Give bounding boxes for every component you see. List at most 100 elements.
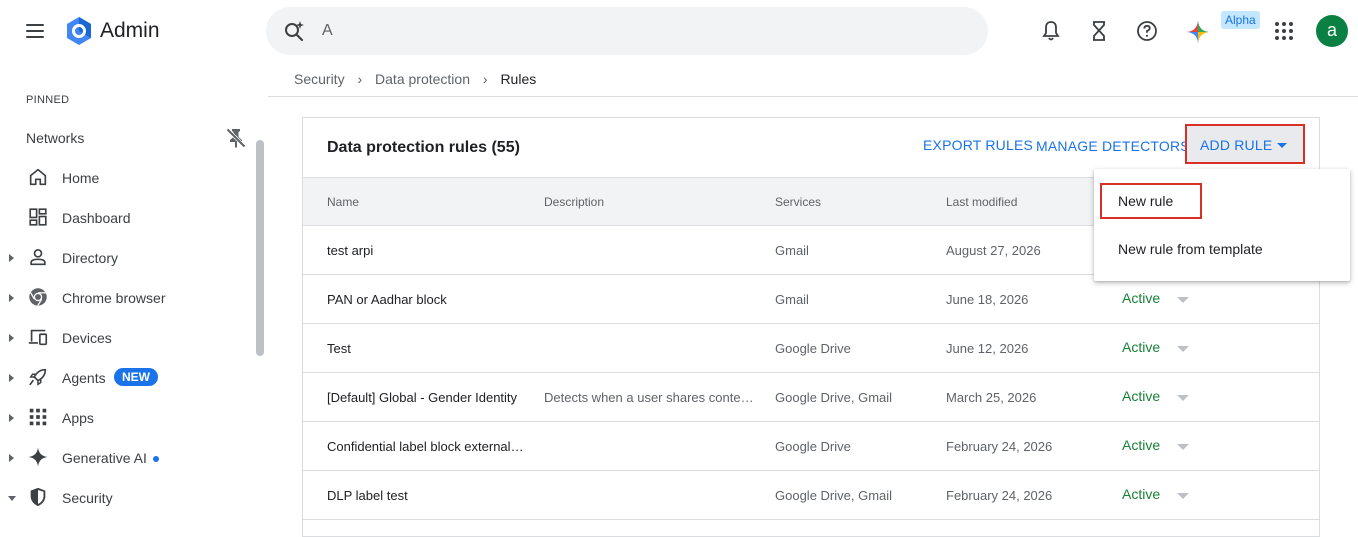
- column-header-description: Description: [544, 195, 605, 209]
- rule-last-modified: February 24, 2026: [946, 488, 1053, 503]
- sidebar-item-security[interactable]: Security: [0, 480, 250, 516]
- breadcrumb: Security › Data protection › Rules: [294, 71, 536, 87]
- sidebar-item-home[interactable]: Home: [0, 160, 250, 196]
- notifications-bell-icon[interactable]: [1039, 19, 1063, 43]
- expand-caret-icon[interactable]: [9, 294, 14, 302]
- table-row[interactable]: Confidential label block external … Goog…: [303, 422, 1319, 471]
- sidebar-item-label: Generative AI: [62, 450, 147, 466]
- breadcrumb-data-protection[interactable]: Data protection: [375, 71, 470, 87]
- sidebar-item-chrome-browser[interactable]: Chrome browser: [0, 280, 250, 316]
- column-header-name[interactable]: Name: [327, 195, 359, 209]
- column-header-last-modified[interactable]: Last modified: [946, 195, 1017, 209]
- search-sparkle-icon: [285, 21, 304, 42]
- table-row[interactable]: DLP label test Google Drive, Gmail Febru…: [303, 471, 1319, 520]
- export-rules-button[interactable]: EXPORT RULES: [923, 137, 1033, 153]
- rule-name: Confidential label block external …: [327, 439, 527, 454]
- column-header-services: Services: [775, 195, 822, 209]
- rule-status: Active: [1122, 290, 1161, 306]
- menu-item-label: New rule from template: [1118, 241, 1263, 257]
- rule-last-modified: June 12, 2026: [946, 341, 1029, 356]
- sidebar-item-agents[interactable]: Agents NEW: [0, 360, 250, 396]
- status-dropdown-icon[interactable]: [1177, 493, 1189, 499]
- rule-description: Detects when a user shares conten…: [544, 390, 760, 405]
- rule-status: Active: [1122, 437, 1161, 453]
- expand-caret-icon[interactable]: [9, 334, 14, 342]
- highlight-box: [1100, 183, 1202, 219]
- alpha-badge: Alpha: [1221, 11, 1260, 29]
- rule-name: DLP label test: [327, 488, 408, 503]
- rule-services: Gmail: [775, 292, 809, 307]
- chrome-icon: [29, 288, 47, 307]
- expand-caret-icon[interactable]: [9, 454, 14, 462]
- new-badge: NEW: [114, 368, 158, 386]
- rocket-icon: [29, 368, 47, 386]
- breadcrumb-current: Rules: [500, 71, 537, 87]
- shield-icon: [30, 487, 46, 507]
- account-avatar[interactable]: a: [1316, 15, 1348, 47]
- admin-logo-icon: [67, 17, 91, 45]
- sidebar-item-devices[interactable]: Devices: [0, 320, 250, 356]
- add-rule-button[interactable]: ADD RULE: [1185, 124, 1305, 164]
- rule-last-modified: June 18, 2026: [946, 292, 1029, 307]
- person-icon: [30, 249, 46, 266]
- rule-services: Google Drive, Gmail: [775, 390, 893, 405]
- apps-grid-icon: [29, 408, 47, 426]
- add-rule-label: ADD RULE: [1200, 137, 1273, 153]
- search-input[interactable]: [322, 17, 962, 45]
- sidebar-item-label: Home: [62, 170, 100, 186]
- rule-status: Active: [1122, 486, 1161, 502]
- menu-item-new-rule-from-template[interactable]: New rule from template: [1094, 229, 1350, 269]
- rule-services: Google Drive, Gmail: [775, 488, 893, 503]
- rule-name: [Default] Global - Gender Identity: [327, 390, 518, 405]
- sparkle-icon: [28, 447, 48, 467]
- expand-caret-icon[interactable]: [9, 414, 14, 422]
- tasks-hourglass-icon[interactable]: [1087, 19, 1111, 43]
- dropdown-arrow-icon: [1277, 143, 1287, 148]
- apps-launcher-icon[interactable]: [1272, 19, 1296, 43]
- divider: [268, 96, 1358, 97]
- chevron-right-icon: ›: [357, 71, 363, 87]
- search-bar[interactable]: [266, 7, 988, 55]
- rule-status: Active: [1122, 388, 1161, 404]
- status-dropdown-icon[interactable]: [1177, 444, 1189, 450]
- pinned-heading: PINNED: [26, 94, 70, 106]
- gemini-sparkle-icon[interactable]: [1186, 20, 1210, 44]
- sidebar-item-label: Security: [62, 490, 113, 506]
- status-dropdown-icon[interactable]: [1177, 297, 1189, 303]
- sidebar-item-label: Apps: [62, 410, 94, 426]
- expand-caret-icon[interactable]: [9, 374, 14, 382]
- rule-name: Test: [327, 341, 351, 356]
- status-dropdown-icon[interactable]: [1177, 346, 1189, 352]
- main-menu-button[interactable]: [22, 18, 48, 44]
- sidebar-item-label: Chrome browser: [62, 290, 166, 306]
- table-row[interactable]: Test Google Drive June 12, 2026 Active: [303, 324, 1319, 373]
- sidebar-item-dashboard[interactable]: Dashboard: [0, 200, 250, 236]
- sidebar-item-label: Agents: [62, 370, 106, 386]
- table-row[interactable]: [Default] Global - Gender Identity Detec…: [303, 373, 1319, 422]
- help-icon[interactable]: [1135, 19, 1159, 43]
- devices-icon: [28, 329, 48, 346]
- sidebar-item-generative-ai[interactable]: Generative AI: [0, 440, 250, 476]
- breadcrumb-security[interactable]: Security: [294, 71, 345, 87]
- rule-name: PAN or Aadhar block: [327, 292, 447, 307]
- chevron-right-icon: ›: [482, 71, 488, 87]
- table-row[interactable]: PAN or Aadhar block Gmail June 18, 2026 …: [303, 275, 1319, 324]
- collapse-caret-icon[interactable]: [8, 496, 16, 501]
- sidebar-scrollbar[interactable]: [256, 140, 264, 356]
- rule-services: Google Drive: [775, 439, 851, 454]
- sidebar-item-directory[interactable]: Directory: [0, 240, 250, 276]
- rule-status: Active: [1122, 339, 1161, 355]
- sidebar-item-label: Directory: [62, 250, 119, 266]
- rule-last-modified: March 25, 2026: [946, 390, 1037, 405]
- unpin-icon[interactable]: [224, 126, 248, 150]
- app-title: Admin: [100, 19, 160, 42]
- status-dropdown-icon[interactable]: [1177, 395, 1189, 401]
- pinned-item-networks[interactable]: Networks: [26, 130, 84, 146]
- rule-name: test arpi: [327, 243, 374, 258]
- update-dot: [153, 456, 159, 462]
- expand-caret-icon[interactable]: [9, 254, 14, 262]
- sidebar-item-label: Dashboard: [62, 210, 131, 226]
- sidebar-item-apps[interactable]: Apps: [0, 400, 250, 436]
- manage-detectors-button[interactable]: MANAGE DETECTORS: [1036, 138, 1190, 154]
- home-icon: [29, 168, 47, 186]
